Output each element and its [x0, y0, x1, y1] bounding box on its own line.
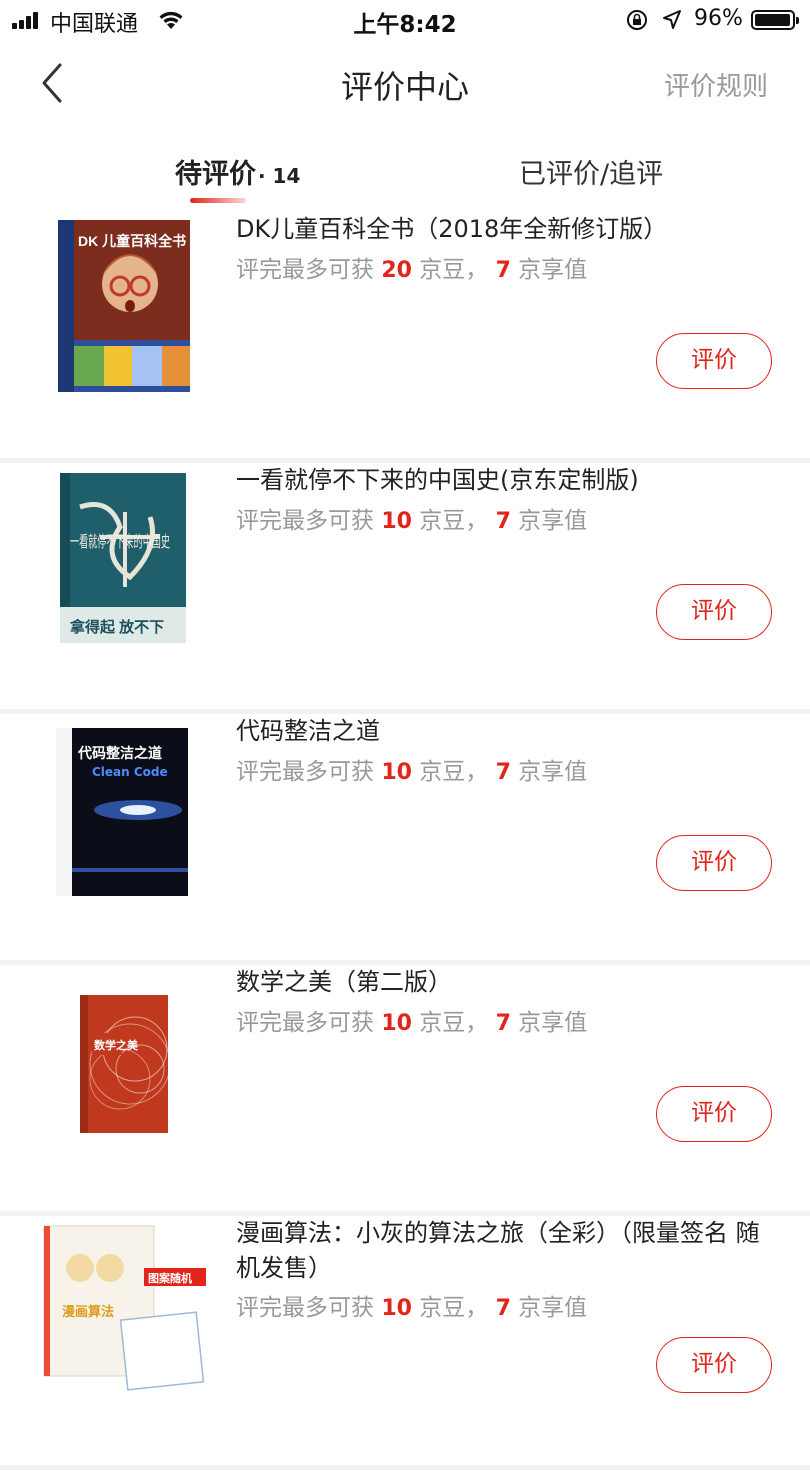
beans-count: 20 — [381, 258, 412, 283]
beans-count: 10 — [381, 760, 412, 785]
reward-text: 评完最多可获 20 京豆， 7 京享值 — [236, 250, 587, 284]
points-unit: 京享值 — [510, 759, 588, 785]
battery-icon — [751, 10, 799, 30]
beans-unit: 京豆， — [411, 257, 489, 283]
reward-text: 评完最多可获 10 京豆， 7 京享值 — [236, 501, 587, 535]
points-unit: 京享值 — [510, 1010, 588, 1036]
tab-bar: 待评价 · 14 已评价/追评 — [0, 126, 810, 212]
reward-prefix: 评完最多可获 — [236, 508, 382, 534]
tab-reviewed[interactable]: 已评价/追评 — [519, 152, 663, 191]
cover-text: 漫画算法 — [62, 1304, 114, 1320]
list-item: 漫画算法 图案随机 漫画算法：小灰的算法之旅（全彩）（限量签名 随机发售） 评完… — [0, 1216, 810, 1470]
points-count: 7 — [495, 1011, 511, 1036]
reward-text: 评完最多可获 10 京豆， 7 京享值 — [236, 752, 587, 786]
points-count: 7 — [495, 760, 511, 785]
battery-percent: 96% — [694, 6, 743, 31]
cover-text: 数学之美 — [94, 1038, 139, 1052]
book-cover-image[interactable]: DK 儿童百科全书 — [40, 216, 210, 396]
rate-button[interactable]: 评价 — [656, 1337, 772, 1393]
orientation-lock-icon — [627, 10, 647, 30]
beans-unit: 京豆， — [411, 508, 489, 534]
reward-prefix: 评完最多可获 — [236, 1295, 382, 1321]
rate-button[interactable]: 评价 — [656, 835, 772, 891]
cover-text: 代码整洁之道 — [77, 745, 162, 762]
nav-bar: 评价中心 评价规则 — [0, 40, 810, 126]
book-cover-image[interactable]: 代码整洁之道 Clean Code — [40, 718, 210, 898]
list-item: DK 儿童百科全书 DK儿童百科全书（2018年全新修订版） 评完最多可获 20… — [0, 212, 810, 463]
cover-text: DK 儿童百科全书 — [78, 233, 186, 249]
list-item: 代码整洁之道 Clean Code 代码整洁之道 评完最多可获 10 京豆， 7… — [0, 714, 810, 965]
cover-banner: 拿得起 放不下 — [69, 618, 164, 636]
beans-unit: 京豆， — [411, 1295, 489, 1321]
beans-count: 10 — [381, 509, 412, 534]
reward-prefix: 评完最多可获 — [236, 257, 382, 283]
book-cover-image[interactable]: 漫画算法 图案随机 — [40, 1216, 210, 1396]
reward-text: 评完最多可获 10 京豆， 7 京享值 — [236, 1288, 587, 1322]
product-title[interactable]: 数学之美（第二版） — [236, 965, 776, 1000]
clock: 上午8:42 — [353, 12, 457, 38]
tab-pending-review[interactable]: 待评价 · 14 — [175, 152, 300, 191]
rate-button[interactable]: 评价 — [656, 333, 772, 389]
list-item: 数学之美 数学之美（第二版） 评完最多可获 10 京豆， 7 京享值 评价 — [0, 965, 810, 1216]
book-cover-image[interactable]: 一看就停不下来的中国史 拿得起 放不下 — [40, 467, 210, 647]
beans-unit: 京豆， — [411, 759, 489, 785]
tab-pending-count: · 14 — [258, 164, 301, 188]
beans-unit: 京豆， — [411, 1010, 489, 1036]
book-cover-image[interactable]: 数学之美 — [40, 969, 210, 1149]
reward-prefix: 评完最多可获 — [236, 759, 382, 785]
product-list: DK 儿童百科全书 DK儿童百科全书（2018年全新修订版） 评完最多可获 20… — [0, 212, 810, 1470]
product-title[interactable]: DK儿童百科全书（2018年全新修订版） — [236, 212, 776, 247]
cover-subtitle: Clean Code — [92, 765, 168, 779]
beans-count: 10 — [381, 1296, 412, 1321]
cover-tag: 图案随机 — [148, 1271, 192, 1285]
tab-pending-label: 待评价 — [175, 159, 256, 190]
points-unit: 京享值 — [510, 508, 588, 534]
product-title[interactable]: 漫画算法：小灰的算法之旅（全彩）（限量签名 随机发售） — [236, 1216, 776, 1286]
beans-count: 10 — [381, 1011, 412, 1036]
reward-prefix: 评完最多可获 — [236, 1010, 382, 1036]
points-count: 7 — [495, 1296, 511, 1321]
location-icon — [663, 10, 681, 29]
product-title[interactable]: 一看就停不下来的中国史(京东定制版) — [236, 463, 776, 498]
battery-fill — [755, 14, 790, 26]
status-bar: 中国联通 上午8:42 96% — [0, 0, 810, 40]
rate-button[interactable]: 评价 — [656, 1086, 772, 1142]
points-unit: 京享值 — [510, 1295, 588, 1321]
points-unit: 京享值 — [510, 257, 588, 283]
list-item: 一看就停不下来的中国史 拿得起 放不下 一看就停不下来的中国史(京东定制版) 评… — [0, 463, 810, 714]
points-count: 7 — [495, 258, 511, 283]
points-count: 7 — [495, 509, 511, 534]
reward-text: 评完最多可获 10 京豆， 7 京享值 — [236, 1003, 587, 1037]
rate-button[interactable]: 评价 — [656, 584, 772, 640]
active-tab-indicator — [190, 198, 246, 203]
cover-text: 一看就停不下来的中国史 — [70, 533, 170, 551]
product-title[interactable]: 代码整洁之道 — [236, 714, 776, 749]
back-arrow-icon[interactable] — [30, 58, 80, 108]
review-rules-link[interactable]: 评价规则 — [664, 66, 768, 103]
